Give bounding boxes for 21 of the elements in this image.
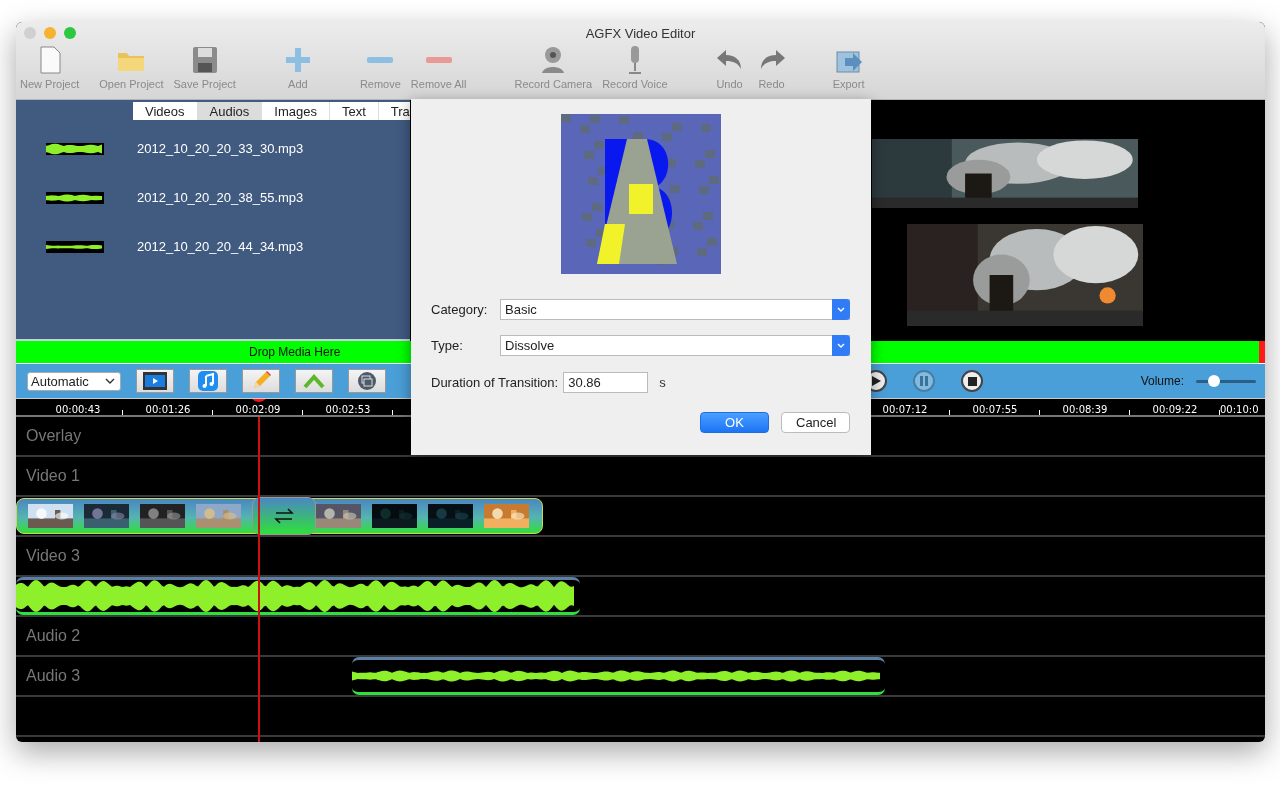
window-title: AGFX Video Editor	[585, 25, 696, 41]
field-label: Category:	[431, 302, 489, 317]
track-label: Overlay	[26, 427, 83, 445]
time-label: 00:07:12	[882, 404, 928, 415]
drop-zone-label: Drop Media Here	[249, 345, 341, 359]
time-label: 00:01:26	[145, 404, 191, 415]
time-label: 00:10:0	[1220, 404, 1259, 415]
track-label: Video 1	[26, 467, 81, 485]
track-label: Audio 2	[26, 627, 82, 645]
field-label: Type:	[431, 338, 464, 353]
time-label: 00:09:22	[1152, 404, 1198, 415]
time-label: 00:08:39	[1062, 404, 1108, 415]
time-label: 00:02:53	[325, 404, 371, 415]
unit-label: s	[659, 375, 666, 390]
time-label: 00:07:55	[972, 404, 1018, 415]
track-label: Video 3	[26, 547, 81, 565]
volume-label: Volume:	[1140, 374, 1184, 388]
time-label: 00:02:09	[235, 404, 281, 415]
field-label: Duration of Transition:	[431, 375, 559, 390]
track-label: Audio 3	[26, 667, 82, 685]
time-label: 00:00:43	[55, 404, 101, 415]
